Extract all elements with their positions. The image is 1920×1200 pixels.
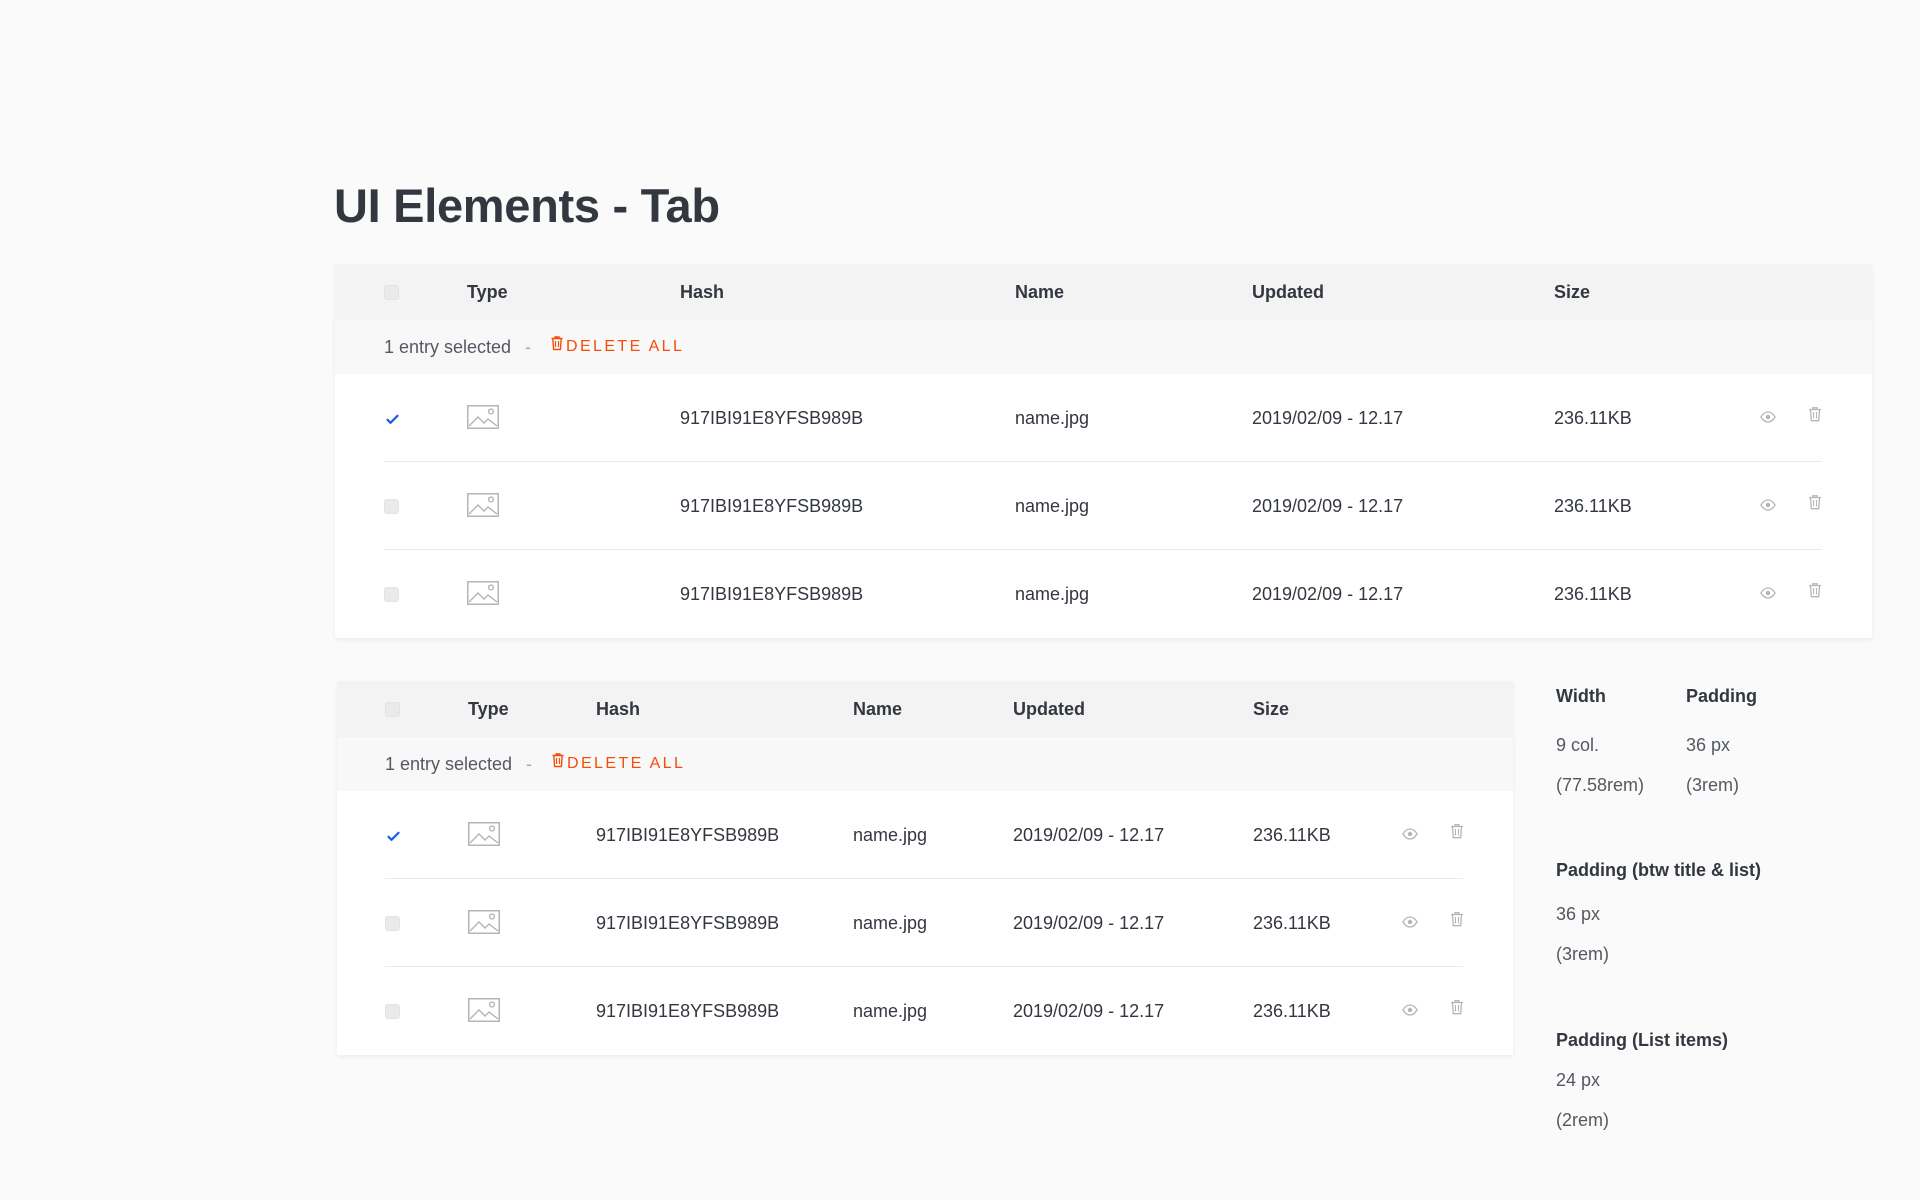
- trash-icon[interactable]: [1808, 582, 1822, 603]
- spec-padding-title-list-label: Padding (btw title & list): [1556, 860, 1761, 880]
- row-updated: 2019/02/09 - 12.17: [1013, 913, 1165, 933]
- row-updated: 2019/02/09 - 12.17: [1252, 408, 1404, 428]
- image-icon: [467, 493, 499, 522]
- selection-count: 1 entry selected: [385, 754, 513, 774]
- spec-width-rem: (77.58rem): [1556, 775, 1645, 795]
- header-type[interactable]: Type: [467, 264, 508, 320]
- table-header: Type Hash Name Updated Size: [335, 264, 1872, 320]
- header-size[interactable]: Size: [1253, 681, 1289, 737]
- header-hash[interactable]: Hash: [680, 264, 724, 320]
- file-table-narrow: Type Hash Name Updated Size 1 entry sele…: [337, 681, 1513, 1055]
- eye-icon[interactable]: [1402, 1003, 1418, 1021]
- spec-padding-list-items-rem: (2rem): [1556, 1110, 1609, 1130]
- row-checkbox[interactable]: [384, 587, 399, 602]
- page-title: UI Elements - Tab: [334, 179, 720, 232]
- row-hash: 917IBI91E8YFSB989B: [596, 913, 780, 933]
- header-hash[interactable]: Hash: [596, 681, 640, 737]
- table-row[interactable]: 917IBI91E8YFSB989B name.jpg 2019/02/09 -…: [335, 550, 1872, 638]
- selection-count: 1 entry selected: [384, 337, 512, 357]
- delete-all-label: DELETE ALL: [566, 338, 685, 355]
- table-row[interactable]: 917IBI91E8YFSB989B name.jpg 2019/02/09 -…: [335, 374, 1872, 462]
- row-name: name.jpg: [1015, 496, 1090, 516]
- delete-all-button[interactable]: DELETE ALL: [551, 737, 685, 791]
- row-size: 236.11KB: [1554, 408, 1632, 428]
- row-hash: 917IBI91E8YFSB989B: [680, 408, 864, 428]
- row-hash: 917IBI91E8YFSB989B: [596, 825, 780, 845]
- delete-all-button[interactable]: DELETE ALL: [550, 320, 684, 374]
- spec-padding-list-items-value: 24 px: [1556, 1070, 1601, 1090]
- eye-icon[interactable]: [1402, 915, 1418, 933]
- spec-padding-value: 36 px: [1686, 735, 1731, 755]
- spec-padding-rem: (3rem): [1686, 775, 1739, 795]
- row-size: 236.11KB: [1253, 913, 1331, 933]
- row-checkbox[interactable]: [385, 1004, 400, 1019]
- row-updated: 2019/02/09 - 12.17: [1252, 584, 1404, 604]
- header-updated[interactable]: Updated: [1252, 264, 1324, 320]
- selection-separator: -: [526, 754, 532, 774]
- spec-padding-title-list-value: 36 px: [1556, 904, 1601, 924]
- row-name: name.jpg: [1015, 408, 1090, 428]
- table-row[interactable]: 917IBI91E8YFSB989B name.jpg 2019/02/09 -…: [337, 879, 1513, 967]
- selection-separator: -: [525, 337, 531, 357]
- spec-width-label: Width: [1556, 686, 1606, 706]
- eye-icon[interactable]: [1760, 410, 1776, 428]
- row-hash: 917IBI91E8YFSB989B: [680, 584, 864, 604]
- row-name: name.jpg: [853, 1001, 928, 1021]
- row-checkbox[interactable]: [385, 916, 400, 931]
- table-row[interactable]: 917IBI91E8YFSB989B name.jpg 2019/02/09 -…: [337, 791, 1513, 879]
- spec-padding-title-list-rem: (3rem): [1556, 944, 1609, 964]
- row-hash: 917IBI91E8YFSB989B: [596, 1001, 780, 1021]
- trash-icon: [550, 320, 566, 374]
- table-row[interactable]: 917IBI91E8YFSB989B name.jpg 2019/02/09 -…: [337, 967, 1513, 1055]
- header-type[interactable]: Type: [468, 681, 509, 737]
- trash-icon: [551, 737, 567, 791]
- image-icon: [468, 998, 500, 1027]
- spec-width-value: 9 col.: [1556, 735, 1600, 755]
- header-size[interactable]: Size: [1554, 264, 1590, 320]
- image-icon: [467, 581, 499, 610]
- image-icon: [467, 405, 499, 434]
- row-updated: 2019/02/09 - 12.17: [1013, 1001, 1165, 1021]
- row-name: name.jpg: [1015, 584, 1090, 604]
- select-all-checkbox[interactable]: [385, 702, 400, 717]
- trash-icon[interactable]: [1808, 494, 1822, 515]
- table-row[interactable]: 917IBI91E8YFSB989B name.jpg 2019/02/09 -…: [335, 462, 1872, 550]
- row-checkbox[interactable]: [385, 828, 400, 843]
- eye-icon[interactable]: [1402, 827, 1418, 845]
- eye-icon[interactable]: [1760, 586, 1776, 604]
- row-checkbox[interactable]: [384, 411, 399, 426]
- table-header: Type Hash Name Updated Size: [337, 681, 1513, 737]
- row-checkbox[interactable]: [384, 499, 399, 514]
- row-size: 236.11KB: [1253, 1001, 1331, 1021]
- row-size: 236.11KB: [1554, 584, 1632, 604]
- trash-icon[interactable]: [1450, 911, 1464, 932]
- image-icon: [468, 910, 500, 939]
- delete-all-label: DELETE ALL: [567, 755, 686, 772]
- eye-icon[interactable]: [1760, 498, 1776, 516]
- row-name: name.jpg: [853, 825, 928, 845]
- row-name: name.jpg: [853, 913, 928, 933]
- spec-padding-label: Padding: [1686, 686, 1757, 706]
- selection-bar: [337, 737, 1513, 791]
- row-size: 236.11KB: [1253, 825, 1331, 845]
- header-name[interactable]: Name: [1015, 264, 1064, 320]
- file-table-wide: Type Hash Name Updated Size 1 entry sele…: [335, 264, 1872, 638]
- row-updated: 2019/02/09 - 12.17: [1013, 825, 1165, 845]
- trash-icon[interactable]: [1450, 999, 1464, 1020]
- trash-icon[interactable]: [1450, 823, 1464, 844]
- header-name[interactable]: Name: [853, 681, 902, 737]
- image-icon: [468, 822, 500, 851]
- header-updated[interactable]: Updated: [1013, 681, 1085, 737]
- spec-padding-list-items-label: Padding (List items): [1556, 1030, 1729, 1050]
- trash-icon[interactable]: [1808, 406, 1822, 427]
- row-updated: 2019/02/09 - 12.17: [1252, 496, 1404, 516]
- row-size: 236.11KB: [1554, 496, 1632, 516]
- select-all-checkbox[interactable]: [384, 285, 399, 300]
- row-hash: 917IBI91E8YFSB989B: [680, 496, 864, 516]
